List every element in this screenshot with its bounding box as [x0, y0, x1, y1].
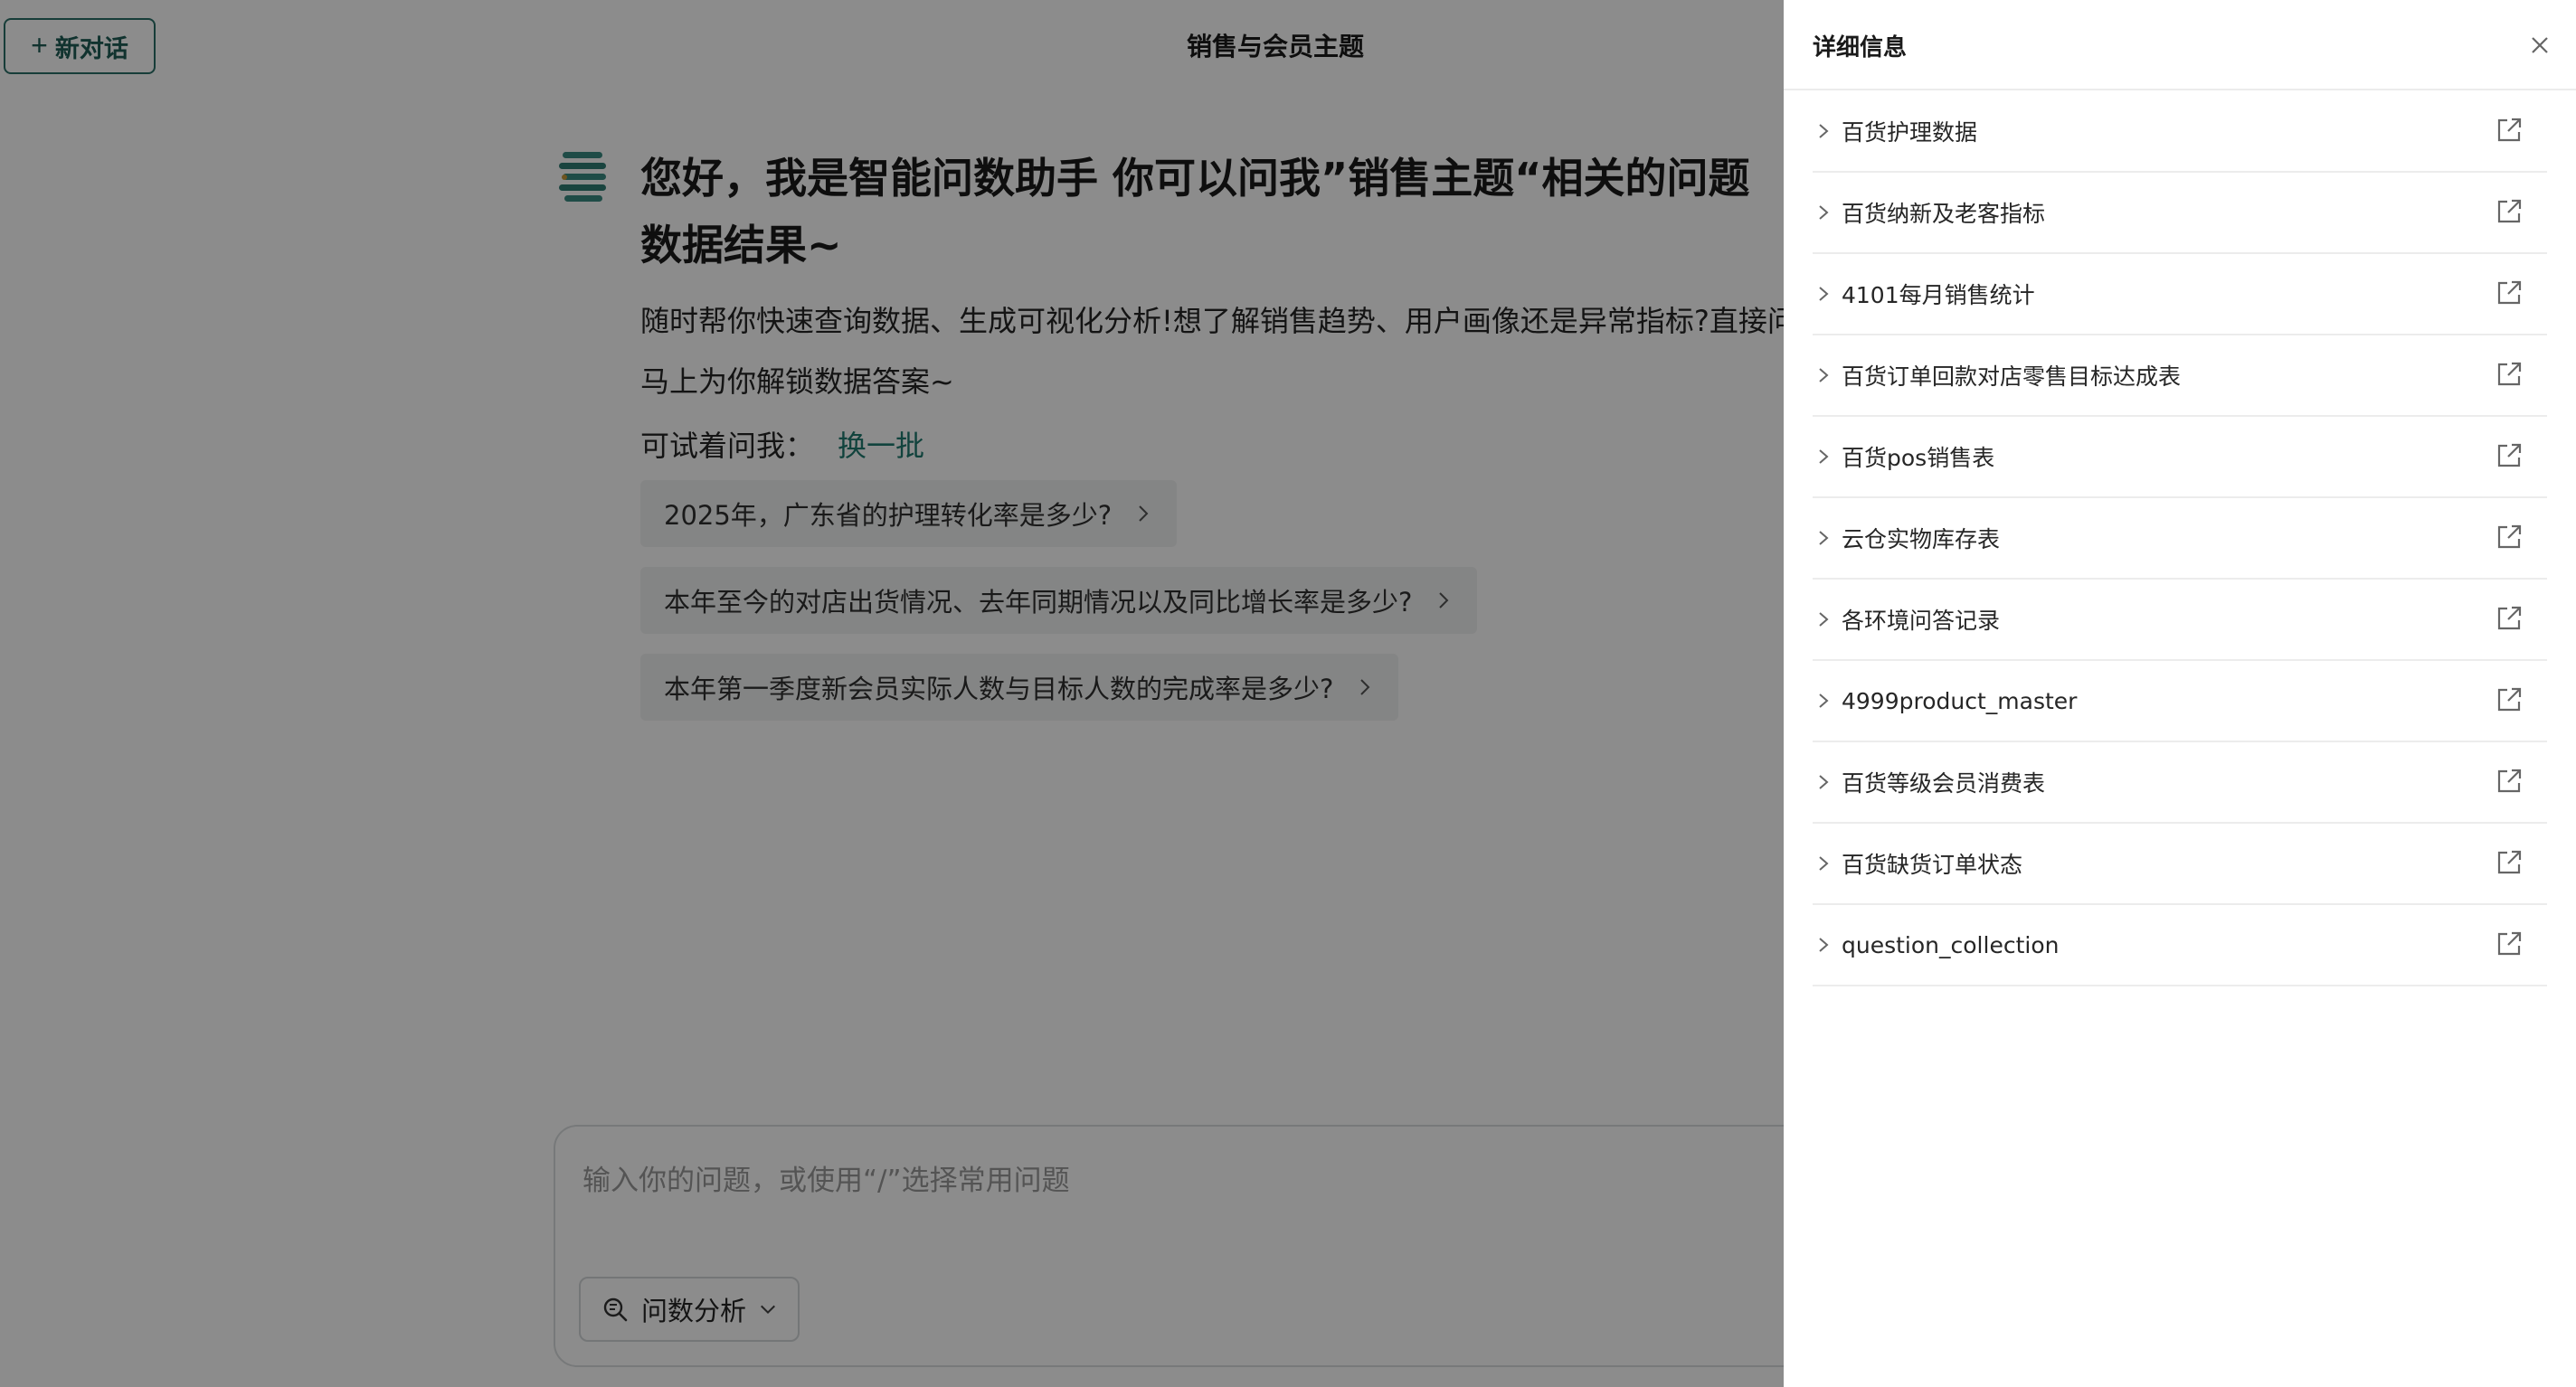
detail-list-item[interactable]: 云仓实物库存表 — [1813, 498, 2547, 580]
detail-item-label: 百货护理数据 — [1842, 119, 1978, 146]
detail-list-item[interactable]: 百货护理数据 — [1813, 91, 2547, 173]
chevron-right-icon[interactable] — [1814, 448, 1833, 466]
detail-list: 百货护理数据百货纳新及老客指标 4101每月销售统计百货订单回款对店零售目标达成表… — [1813, 91, 2547, 986]
chevron-right-icon[interactable] — [1814, 122, 1833, 140]
external-link-icon[interactable] — [2495, 116, 2524, 145]
detail-list-item[interactable]: 百货pos销售表 — [1813, 417, 2547, 498]
detail-item-label: 云仓实物库存表 — [1842, 526, 2001, 552]
chevron-right-icon[interactable] — [1814, 366, 1833, 384]
chevron-right-icon[interactable] — [1814, 854, 1833, 873]
chevron-right-icon[interactable] — [1814, 203, 1833, 222]
detail-item-label: 百货纳新及老客指标 — [1842, 201, 2046, 227]
detail-item-label: 百货等级会员消费表 — [1842, 770, 2046, 797]
detail-item-label: 4101每月销售统计 — [1842, 282, 2035, 308]
detail-item-label: 各环境问答记录 — [1842, 608, 2001, 634]
chevron-right-icon[interactable] — [1814, 936, 1833, 954]
detail-list-item[interactable]: 百货订单回款对店零售目标达成表 — [1813, 335, 2547, 417]
external-link-icon[interactable] — [2495, 929, 2524, 958]
detail-list-item[interactable]: 4101每月销售统计 — [1813, 254, 2547, 335]
detail-list-item[interactable]: 百货缺货订单状态 — [1813, 824, 2547, 905]
chevron-right-icon[interactable] — [1814, 773, 1833, 791]
detail-item-label: 4999product_master — [1842, 687, 2078, 714]
detail-item-label: 百货pos销售表 — [1842, 445, 1995, 471]
detail-list-item[interactable]: 各环境问答记录 — [1813, 580, 2547, 661]
drawer-header: 详细信息 — [1784, 0, 2576, 90]
chevron-right-icon[interactable] — [1814, 692, 1833, 710]
detail-drawer: 详细信息 百货护理数据百货纳新及老客指标 4101每月销售统计百货订单回款对店零售… — [1784, 0, 2576, 1387]
external-link-icon[interactable] — [2495, 197, 2524, 226]
detail-list-item[interactable]: question_collection — [1813, 905, 2547, 986]
external-link-icon[interactable] — [2495, 523, 2524, 552]
chevron-right-icon[interactable] — [1814, 610, 1833, 628]
close-icon[interactable] — [2522, 27, 2558, 63]
detail-list-item[interactable]: 4999product_master — [1813, 661, 2547, 742]
external-link-icon[interactable] — [2495, 604, 2524, 633]
external-link-icon[interactable] — [2495, 685, 2524, 714]
detail-item-label: question_collection — [1842, 931, 2060, 958]
detail-item-label: 百货订单回款对店零售目标达成表 — [1842, 363, 2182, 390]
external-link-icon[interactable] — [2495, 360, 2524, 389]
detail-item-label: 百货缺货订单状态 — [1842, 852, 2023, 878]
chevron-right-icon[interactable] — [1814, 285, 1833, 303]
external-link-icon[interactable] — [2495, 441, 2524, 470]
external-link-icon[interactable] — [2495, 848, 2524, 877]
external-link-icon[interactable] — [2495, 767, 2524, 796]
app-window: + 新对话 销售与会员主题 您好，我是智能问数助手 你可以问我”销售主题“相关的… — [0, 0, 2576, 1387]
detail-list-item[interactable]: 百货等级会员消费表 — [1813, 742, 2547, 824]
chevron-right-icon[interactable] — [1814, 529, 1833, 547]
drawer-title: 详细信息 — [1813, 34, 1908, 61]
external-link-icon[interactable] — [2495, 278, 2524, 307]
detail-list-item[interactable]: 百货纳新及老客指标 — [1813, 173, 2547, 254]
